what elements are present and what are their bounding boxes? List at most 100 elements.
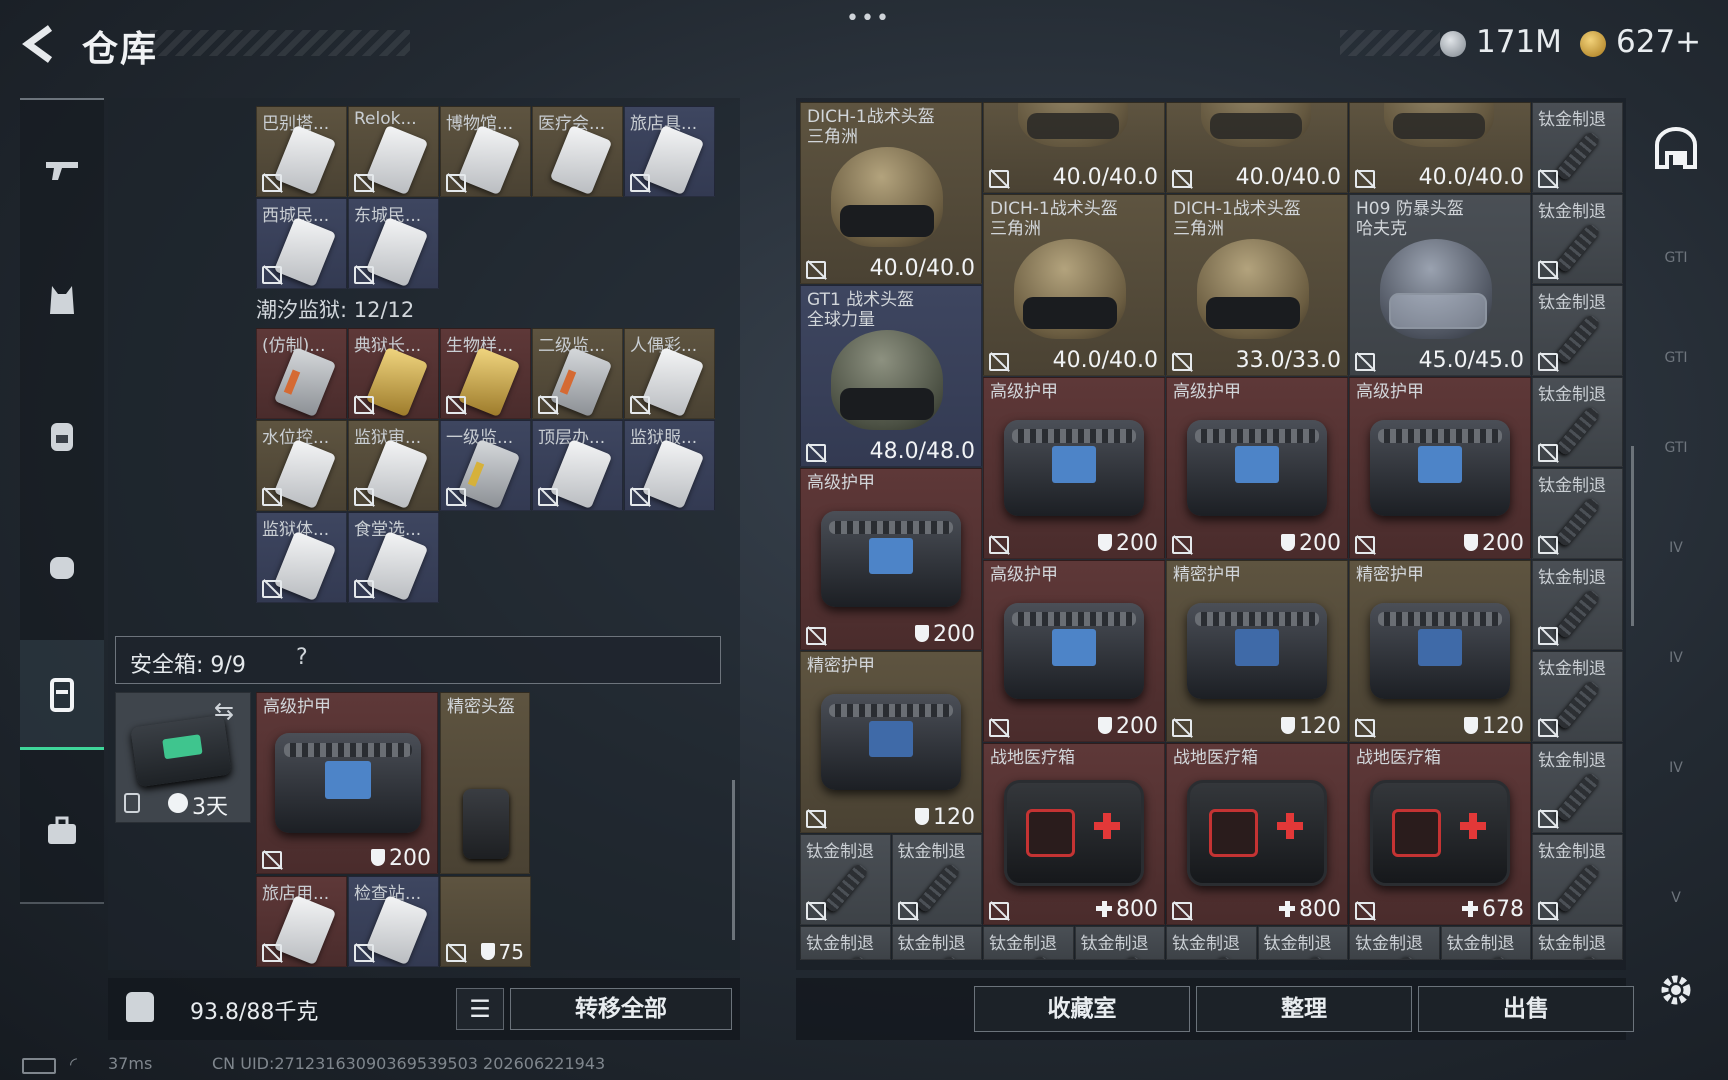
keycard-slot[interactable]: 旅店具... xyxy=(624,106,715,197)
keycard-slot[interactable]: 一级监... xyxy=(440,420,531,511)
keycard-slot[interactable]: 西城民... xyxy=(256,198,347,289)
armor-value: 200 xyxy=(915,622,975,647)
armor-item[interactable]: 精密护甲 120 xyxy=(1349,559,1531,742)
keycard-slot[interactable]: 生物样... xyxy=(440,328,531,419)
muzzle-item[interactable]: 钛金制退 xyxy=(1532,102,1623,193)
collection-button[interactable]: 收藏室 xyxy=(974,986,1190,1032)
helmet-item[interactable]: 40.0/40.0 xyxy=(1166,102,1348,193)
armor-item[interactable]: 高级护甲 200 xyxy=(800,468,982,650)
helmet-item[interactable]: H09 防暴头盔 哈夫克 45.0/45.0 xyxy=(1349,193,1531,376)
armor-item[interactable]: 高级护甲 200 xyxy=(1349,376,1531,559)
keycard-slot[interactable]: 医疗会... xyxy=(532,106,623,197)
muzzle-item[interactable]: 钛金制退 xyxy=(1532,376,1623,467)
muzzle-item[interactable]: 钛金制退 xyxy=(1440,925,1531,960)
muzzle-item[interactable]: 钛金制退 xyxy=(1257,925,1348,960)
nav-backpack[interactable] xyxy=(20,380,104,490)
helmet-item[interactable]: 40.0/40.0 xyxy=(1349,102,1531,193)
helmet-item[interactable]: DICH-1战术头盔 三角洲 33.0/33.0 xyxy=(1166,193,1348,376)
armor-item[interactable]: 高级护甲 200 xyxy=(1166,376,1348,559)
keycard-slot[interactable]: 顶层办... xyxy=(532,420,623,511)
list-view-button[interactable]: ☰ xyxy=(456,988,504,1030)
item-name: 战地医疗箱 xyxy=(1173,748,1258,768)
safe-box-slot[interactable]: ⇆ 3天 xyxy=(115,692,251,823)
stash-scrollbar[interactable] xyxy=(732,780,735,940)
muzzle-item[interactable]: 钛金制退 xyxy=(1532,559,1623,650)
muzzle-item[interactable]: 钛金制退 xyxy=(1532,925,1623,960)
muzzle-item[interactable]: 钛金制退 xyxy=(800,925,891,960)
no-insure-icon xyxy=(989,535,1009,554)
warehouse-scrollbar[interactable] xyxy=(1631,446,1634,626)
safe-armor-item[interactable]: 高级护甲 200 xyxy=(256,692,438,874)
muzzle-item[interactable]: 钛金制退 xyxy=(1532,834,1623,925)
nav-firearms[interactable] xyxy=(20,115,104,225)
keycard-slot[interactable]: 监狱体... xyxy=(256,512,347,603)
helmet-item[interactable]: 40.0/40.0 xyxy=(983,102,1165,193)
muzzle-item[interactable]: 钛金制退 xyxy=(983,925,1074,960)
keycard-slot[interactable]: 水位控... xyxy=(256,420,347,511)
armor-item[interactable]: 高级护甲 200 xyxy=(983,559,1165,742)
muzzle-item[interactable]: 钛金制退 xyxy=(1349,925,1440,960)
muzzle-item[interactable]: 钛金制退 xyxy=(1532,193,1623,284)
keycard-icon xyxy=(365,530,429,602)
armor-item[interactable]: 精密护甲 120 xyxy=(1166,559,1348,742)
keycard-slot[interactable]: 博物馆... xyxy=(440,106,531,197)
sort-button[interactable]: 整理 xyxy=(1196,986,1412,1032)
muzzle-icon xyxy=(1189,954,1235,959)
warehouse-tab-iv-3[interactable]: IV xyxy=(1644,738,1708,798)
help-icon[interactable]: ? xyxy=(296,645,308,670)
keycard-slot[interactable]: 食堂选... xyxy=(348,512,439,603)
silver-currency[interactable]: 171M xyxy=(1476,24,1562,60)
nav-container[interactable] xyxy=(20,640,104,750)
keycard-slot[interactable]: 监狱服... xyxy=(624,420,715,511)
nav-briefcase[interactable] xyxy=(20,775,104,885)
muzzle-icon xyxy=(1555,130,1601,182)
gold-currency[interactable]: 627+ xyxy=(1616,24,1701,60)
muzzle-item[interactable]: 钛金制退 xyxy=(800,834,891,925)
muzzle-item[interactable]: 钛金制退 xyxy=(1532,651,1623,742)
medkit-item[interactable]: 战地医疗箱 678 xyxy=(1349,742,1531,925)
safe-keycard-slot[interactable]: 检查站... xyxy=(348,876,439,967)
settings-button[interactable] xyxy=(1644,960,1708,1020)
medkit-item[interactable]: 战地医疗箱 800 xyxy=(983,742,1165,925)
warehouse-tab-gti-1[interactable]: GTI xyxy=(1644,228,1708,288)
safe-helmet-item[interactable]: 精密头盔 xyxy=(440,692,530,874)
warehouse-tab-gti-3[interactable]: GTI xyxy=(1644,418,1708,478)
keycard-slot[interactable]: (仿制)... xyxy=(256,328,347,419)
keycard-slot[interactable]: 巴别塔... xyxy=(256,106,347,197)
warehouse-tab-home[interactable] xyxy=(1644,120,1708,180)
helmet-value: 75 xyxy=(480,940,524,964)
muzzle-item[interactable]: 钛金制退 xyxy=(891,925,982,960)
warehouse-tab-iv-1[interactable]: IV xyxy=(1644,518,1708,578)
helmet-item[interactable]: DICH-1战术头盔 三角洲 40.0/40.0 xyxy=(983,193,1165,376)
muzzle-item[interactable]: 钛金制退 xyxy=(1532,468,1623,559)
keycard-slot[interactable]: 监狱审... xyxy=(348,420,439,511)
back-button[interactable] xyxy=(20,22,60,66)
muzzle-item[interactable]: 钛金制退 xyxy=(1166,925,1257,960)
helmet-item[interactable]: DICH-1战术头盔 三角洲 40.0/40.0 xyxy=(800,102,982,284)
medkit-item[interactable]: 战地医疗箱 800 xyxy=(1166,742,1348,925)
sell-button[interactable]: 出售 xyxy=(1418,986,1634,1032)
keycard-slot[interactable]: 东城民... xyxy=(348,198,439,289)
warehouse-tab-gti-2[interactable]: GTI xyxy=(1644,328,1708,388)
muzzle-item[interactable]: 钛金制退 xyxy=(891,834,982,925)
menu-dots[interactable]: ••• xyxy=(846,6,891,31)
warehouse-tab-iv-2[interactable]: IV xyxy=(1644,628,1708,688)
safe-helmet-stats[interactable]: 75 xyxy=(440,876,531,967)
swap-icon[interactable]: ⇆ xyxy=(214,697,234,725)
muzzle-icon xyxy=(1463,954,1510,959)
nav-rig[interactable] xyxy=(20,510,104,620)
safe-keycard-slot[interactable]: 旅店用... xyxy=(256,876,347,967)
move-all-button[interactable]: 转移全部 xyxy=(510,988,732,1030)
keycard-slot[interactable]: 典狱长... xyxy=(348,328,439,419)
armor-item[interactable]: 精密护甲 120 xyxy=(800,651,982,833)
helmet-item[interactable]: GT1 战术头盔 全球力量 48.0/48.0 xyxy=(800,285,982,467)
warehouse-tab-v[interactable]: V xyxy=(1644,868,1708,928)
muzzle-item[interactable]: 钛金制退 xyxy=(1532,742,1623,833)
muzzle-item[interactable]: 钛金制退 xyxy=(1074,925,1165,960)
keycard-slot[interactable]: 二级监... xyxy=(532,328,623,419)
nav-gear[interactable] xyxy=(20,245,104,355)
muzzle-item[interactable]: 钛金制退 xyxy=(1532,285,1623,376)
armor-item[interactable]: 高级护甲 200 xyxy=(983,376,1165,559)
keycard-slot[interactable]: Relok... xyxy=(348,106,439,197)
keycard-slot[interactable]: 人偶彩... xyxy=(624,328,715,419)
